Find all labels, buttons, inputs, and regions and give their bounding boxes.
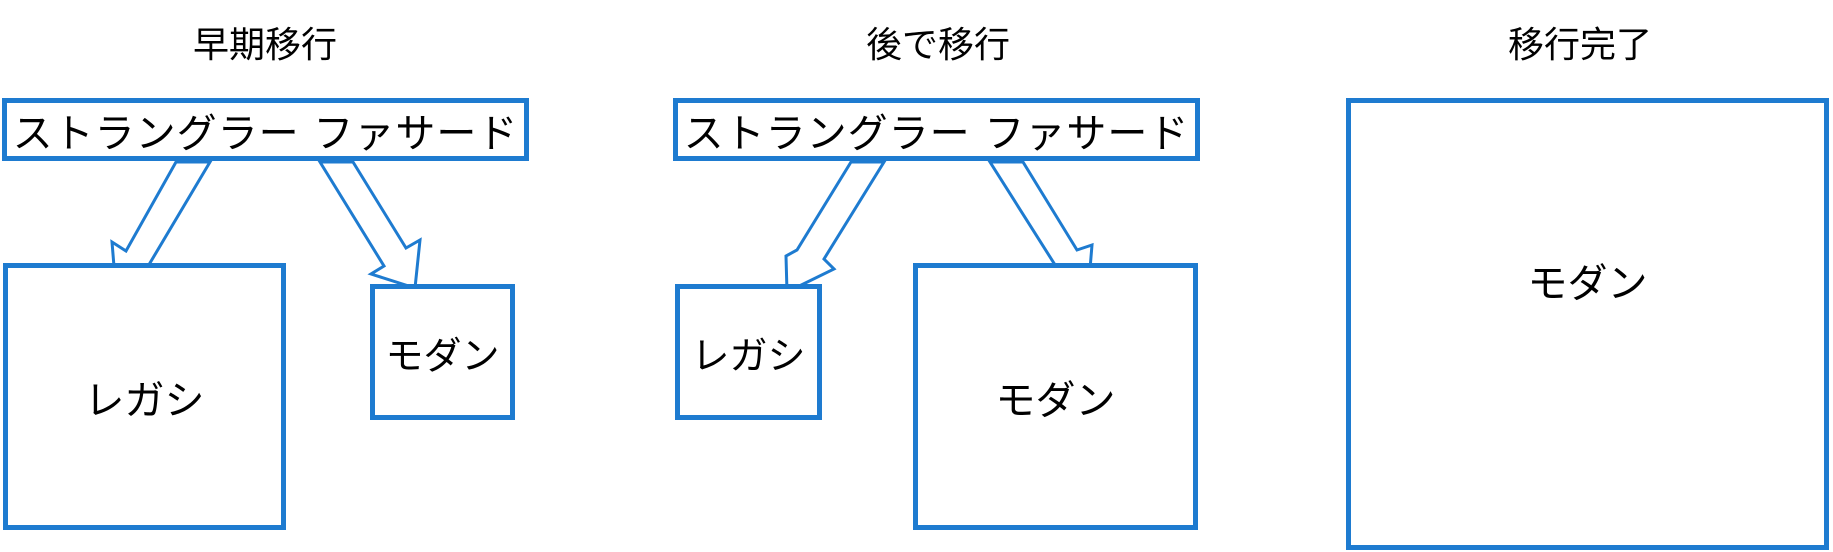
stage1-modern-box: モダン [370, 284, 515, 420]
stage3-modern-label: モダン [1527, 261, 1648, 307]
stage1-title: 早期移行 [192, 25, 337, 66]
stage3-title: 移行完了 [1507, 25, 1652, 66]
stage2-modern-box: モダン [913, 263, 1198, 530]
stage1-legacy-label: レガシ [84, 377, 205, 424]
arrow-stage1-to-modern [317, 160, 422, 290]
stage1-legacy-box: レガシ [3, 263, 286, 530]
stage2-legacy-label: レガシ [691, 333, 806, 378]
stage3-modern-box: モダン [1346, 98, 1829, 550]
stage2-facade-label: ストラングラー ファサード [683, 110, 1190, 157]
arrow-stage2-to-legacy [784, 160, 887, 295]
stage2-facade-box: ストラングラー ファサード [673, 98, 1200, 161]
stage2-title: 後で移行 [865, 25, 1010, 66]
stage1-facade-box: ストラングラー ファサード [2, 98, 529, 161]
stage1-modern-label: モダン [385, 333, 500, 378]
stage2-legacy-box: レガシ [675, 284, 822, 420]
stage1-facade-label: ストラングラー ファサード [12, 110, 519, 157]
stage2-modern-label: モダン [995, 377, 1116, 424]
